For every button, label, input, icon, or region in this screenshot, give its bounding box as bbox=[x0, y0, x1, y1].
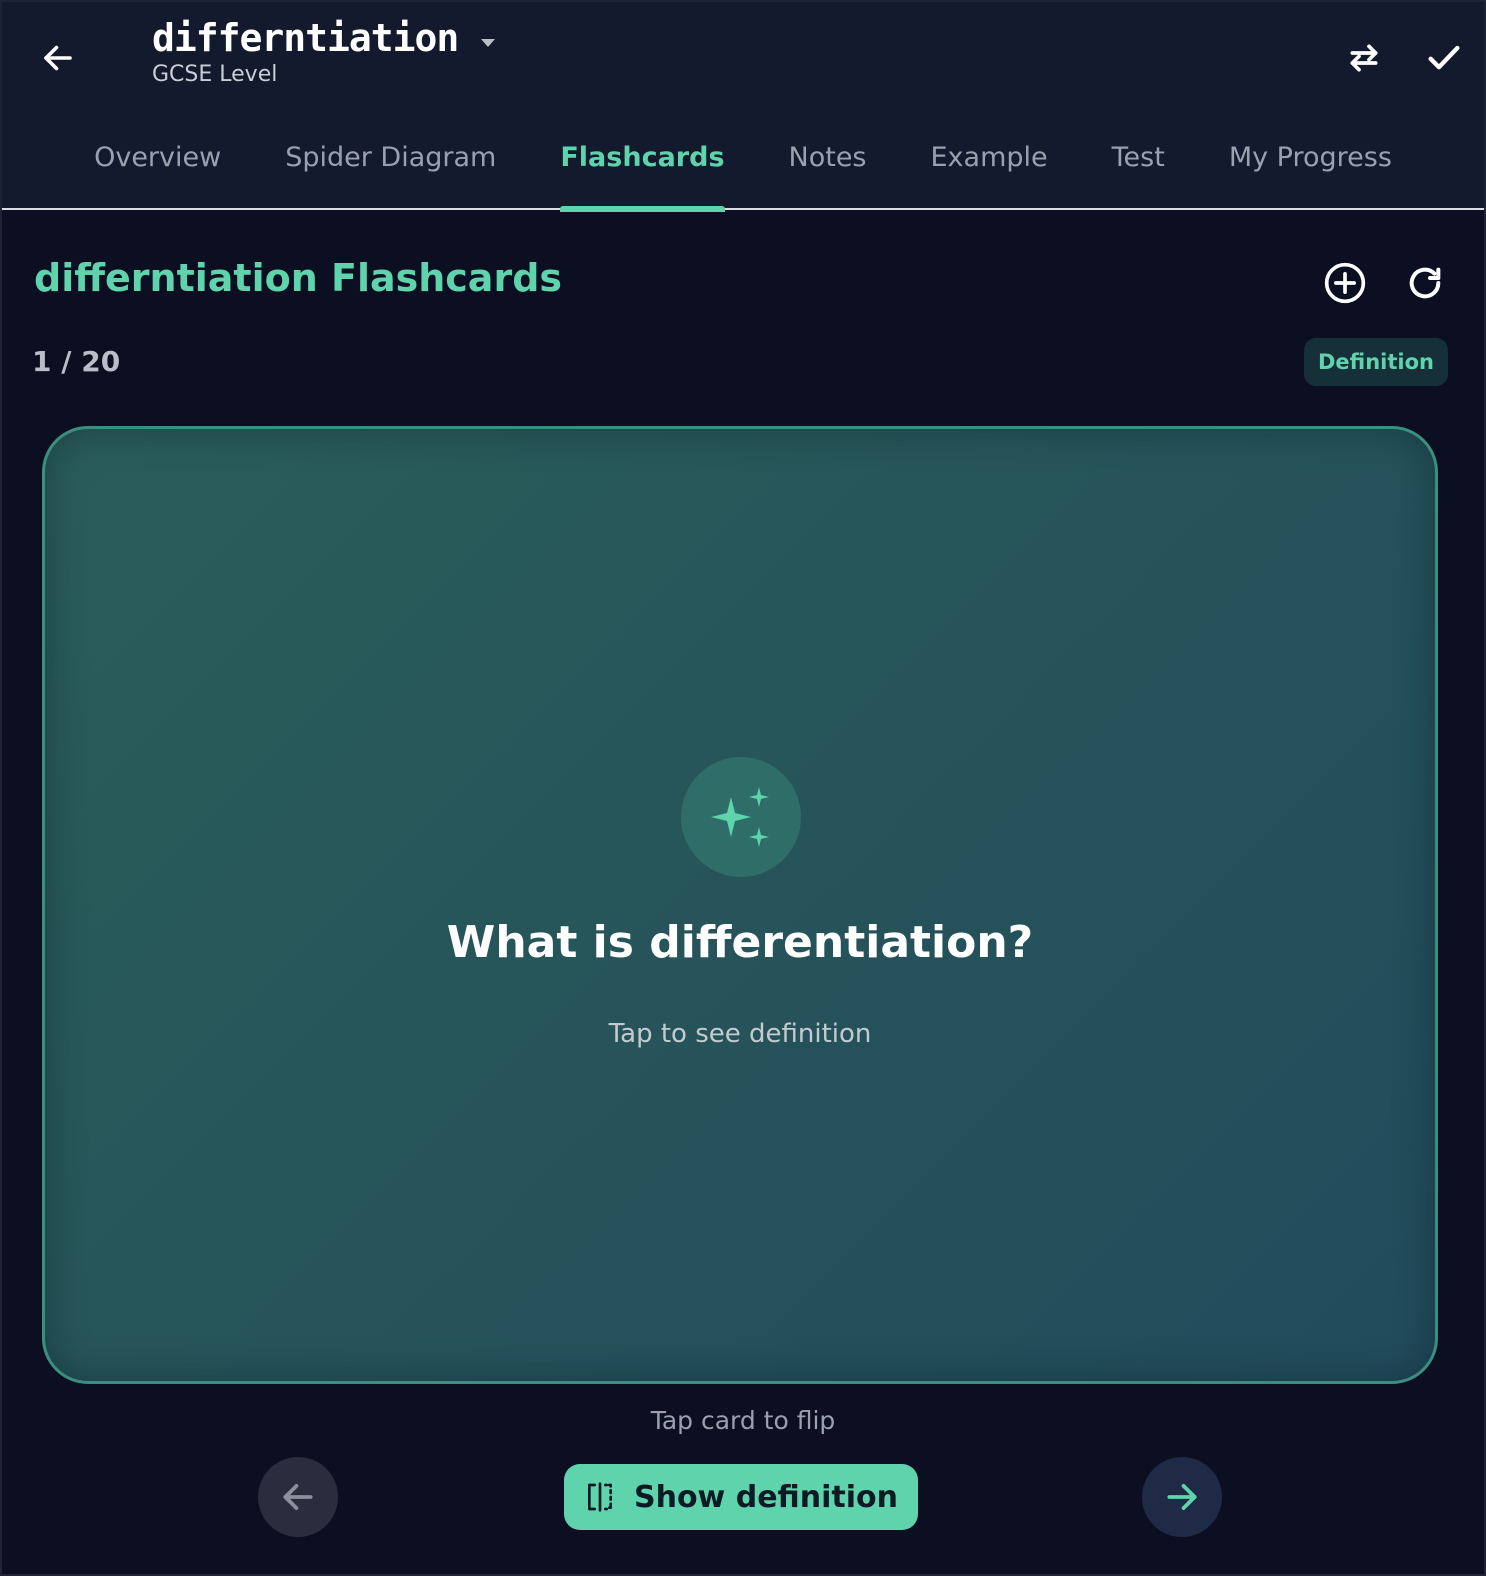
refresh-button[interactable] bbox=[1402, 260, 1448, 306]
swap-button[interactable] bbox=[1342, 36, 1386, 80]
tab-notes[interactable]: Notes bbox=[757, 130, 899, 210]
arrow-right-icon bbox=[1167, 1484, 1197, 1510]
tab-spider-diagram[interactable]: Spider Diagram bbox=[253, 130, 528, 210]
show-definition-label: Show definition bbox=[633, 1479, 899, 1515]
topic-title: differntiation bbox=[152, 16, 459, 60]
card-question: What is differentiation? bbox=[446, 917, 1034, 968]
confirm-button[interactable] bbox=[1422, 36, 1466, 80]
show-definition-button[interactable]: Show definition bbox=[564, 1464, 918, 1530]
arrow-left-icon bbox=[283, 1484, 313, 1510]
flashcards-title: differntiation Flashcards bbox=[34, 256, 563, 300]
check-icon bbox=[1428, 45, 1460, 70]
add-card-button[interactable] bbox=[1322, 260, 1368, 306]
tab-example[interactable]: Example bbox=[899, 130, 1080, 210]
mode-badge[interactable]: Definition bbox=[1304, 338, 1448, 386]
tab-test[interactable]: Test bbox=[1080, 130, 1197, 210]
sparkles-icon bbox=[681, 757, 801, 877]
app-window: differntiation GCSE Level Overview Spide… bbox=[0, 0, 1486, 1576]
top-header: differntiation GCSE Level Overview Spide… bbox=[2, 2, 1484, 212]
tab-overview[interactable]: Overview bbox=[62, 130, 253, 210]
card-counter: 1 / 20 bbox=[32, 345, 121, 378]
caret-down-icon[interactable] bbox=[480, 34, 496, 53]
flip-hint: Tap card to flip bbox=[650, 1406, 836, 1435]
refresh-icon bbox=[1409, 267, 1441, 299]
tab-flashcards[interactable]: Flashcards bbox=[528, 130, 756, 212]
tab-my-progress[interactable]: My Progress bbox=[1197, 130, 1424, 210]
swap-arrows-icon bbox=[1350, 44, 1378, 72]
back-button[interactable] bbox=[38, 38, 78, 78]
flip-icon bbox=[587, 1482, 612, 1512]
next-card-button[interactable] bbox=[1142, 1457, 1222, 1537]
plus-circle-icon bbox=[1324, 262, 1366, 304]
previous-card-button[interactable] bbox=[258, 1457, 338, 1537]
card-hint: Tap to see definition bbox=[608, 1019, 872, 1049]
title-block: differntiation GCSE Level bbox=[152, 16, 496, 87]
topic-level: GCSE Level bbox=[152, 62, 278, 87]
flashcard[interactable]: What is differentiation? Tap to see defi… bbox=[42, 426, 1438, 1384]
arrow-left-icon bbox=[44, 45, 72, 71]
tab-bar: Overview Spider Diagram Flashcards Notes… bbox=[2, 130, 1484, 212]
